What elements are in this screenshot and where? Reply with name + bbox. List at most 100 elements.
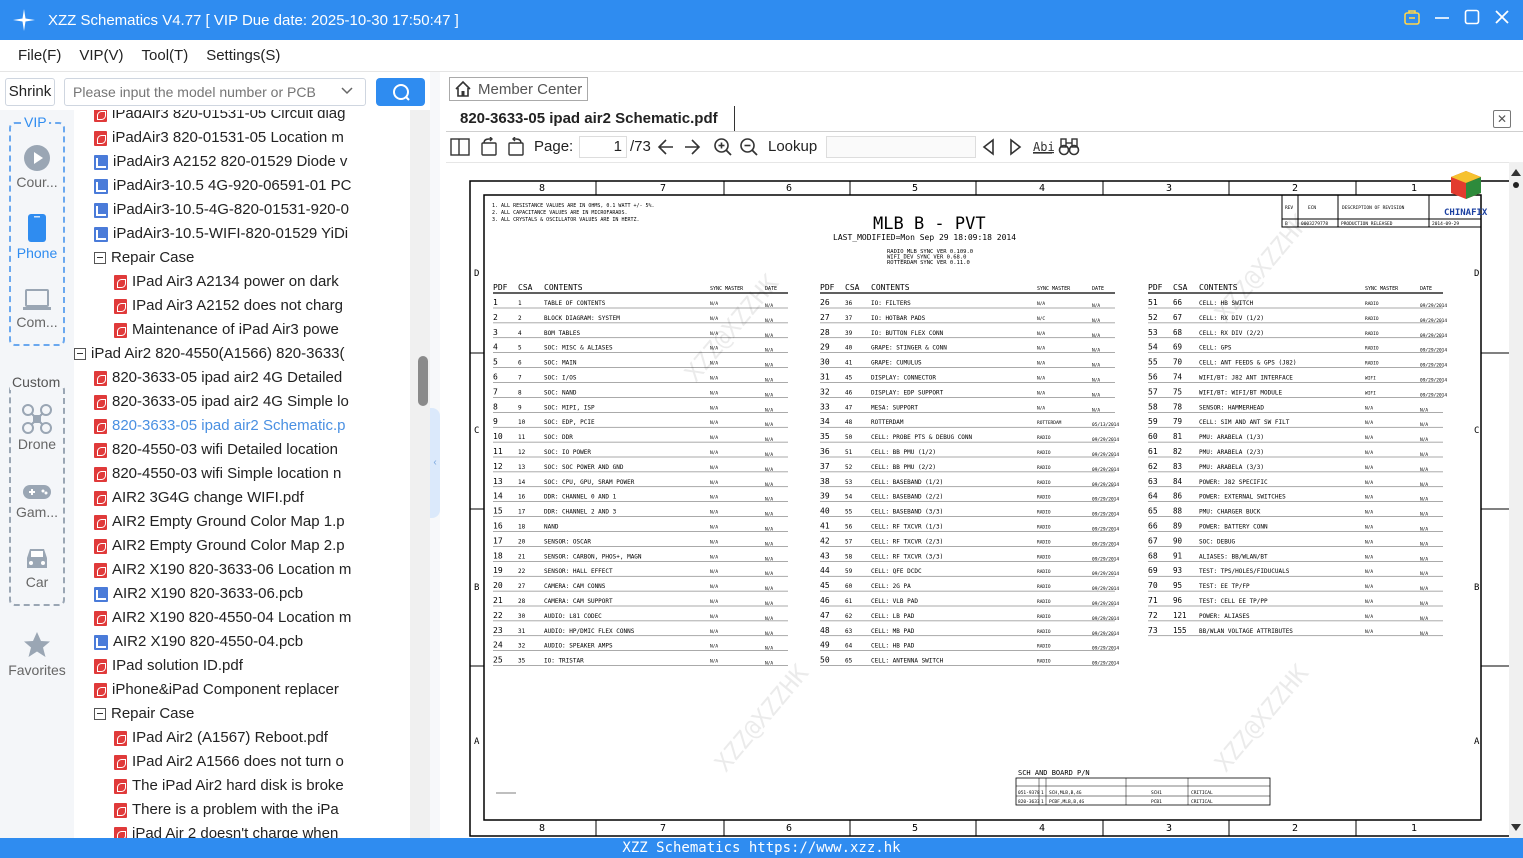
find-next-icon[interactable] xyxy=(1006,137,1024,157)
close-tab-icon[interactable]: ✕ xyxy=(1493,110,1511,128)
tree-file[interactable]: iPadAir3 820-01531-05 Circuit diag xyxy=(94,110,345,126)
next-page-icon[interactable] xyxy=(682,137,702,157)
tree-file[interactable]: The iPad Air2 hard disk is broke xyxy=(114,774,344,798)
sidebar-item-drone[interactable]: Drone xyxy=(0,404,74,452)
tree-item-label: AIR2 Empty Ground Color Map 1.p xyxy=(112,513,345,530)
collapse-icon[interactable] xyxy=(94,708,106,720)
tree-scrollbar[interactable] xyxy=(410,110,430,838)
scroll-down-icon[interactable] xyxy=(1509,820,1523,834)
toc-csa: 35 xyxy=(518,658,526,665)
toc-header: PDF xyxy=(820,283,835,292)
search-input[interactable] xyxy=(64,78,366,106)
document-canvas[interactable]: 8 8 7 7 6 6 5 5 4 4 3 3 2 2 1 1 D D C C B B A A 1. ALL RESISTANC… xyxy=(446,162,1511,838)
tree-file[interactable]: iPhone&iPad Component replacer xyxy=(94,678,339,702)
tree-file[interactable]: 820-3633-05 ipad air2 4G Detailed xyxy=(94,366,342,390)
toc-sync: N/A xyxy=(710,390,718,396)
prev-page-icon[interactable] xyxy=(656,137,676,157)
lookup-input[interactable] xyxy=(826,136,976,158)
sidebar-item-favorites[interactable]: Favorites xyxy=(0,630,74,678)
tree-file[interactable]: 820-4550-03 wifi Detailed location xyxy=(94,438,338,462)
tree-file[interactable]: iPadAir3-10.5-4G-820-01531-920-0 xyxy=(94,198,349,222)
tree-file[interactable]: AIR2 3G4G change WIFI.pdf xyxy=(94,486,304,510)
maximize-button[interactable] xyxy=(1463,8,1481,26)
menu-settings[interactable]: Settings(S) xyxy=(206,47,280,64)
toc-sync: N/A xyxy=(710,614,718,620)
tree-item-label: Repair Case xyxy=(111,705,195,722)
tree-folder[interactable]: Repair Case xyxy=(94,702,194,726)
tree-file[interactable]: Maintenance of iPad Air3 powe xyxy=(114,318,339,342)
collapse-icon[interactable] xyxy=(94,252,106,264)
tree-folder[interactable]: Repair Case xyxy=(94,246,194,270)
toc-csa: 20 xyxy=(518,538,526,545)
menu-tool[interactable]: Tool(T) xyxy=(142,47,189,64)
sidebar-item-car[interactable]: Car xyxy=(0,546,74,590)
vip-bag-icon[interactable] xyxy=(1403,8,1421,26)
tree-item-label: AIR2 3G4G change WIFI.pdf xyxy=(112,489,304,506)
match-case-icon[interactable]: Abi xyxy=(1032,137,1054,157)
toc-pdf: 8 xyxy=(493,402,498,411)
tree-file[interactable]: AIR2 X190 820-4550-04 Location m xyxy=(94,606,351,630)
sidebar-item-courses[interactable]: Cour... xyxy=(0,144,74,190)
tree-scrollbar-thumb[interactable] xyxy=(418,356,428,406)
tree-file[interactable]: AIR2 X190 820-4550-04.pcb xyxy=(94,630,303,654)
tree-file[interactable]: 820-3633-05 ipad air2 Schematic.p xyxy=(94,414,345,438)
document-scrollbar[interactable] xyxy=(1509,162,1523,838)
toc-csa: 2 xyxy=(518,315,522,322)
tree-file[interactable]: iPad Air 2 doesn't charge when xyxy=(114,822,338,838)
tree-file[interactable]: AIR2 Empty Ground Color Map 2.p xyxy=(94,534,345,558)
scroll-up-icon[interactable] xyxy=(1509,166,1523,180)
tree-file[interactable]: IPad Air2 (A1567) Reboot.pdf xyxy=(114,726,328,750)
tree-file[interactable]: AIR2 Empty Ground Color Map 1.p xyxy=(94,510,345,534)
menu-file[interactable]: File(F) xyxy=(18,47,61,64)
tree-file[interactable]: iPadAir3 A2152 820-01529 Diode v xyxy=(94,150,347,174)
rotate-left-icon[interactable] xyxy=(479,137,499,157)
chevron-down-icon[interactable] xyxy=(340,82,356,100)
sidebar-item-phone[interactable]: Phone xyxy=(0,213,74,261)
sidebar-item-computer[interactable]: Com... xyxy=(0,288,74,330)
zoom-out-icon[interactable] xyxy=(739,137,759,157)
toc-pdf: 19 xyxy=(493,566,503,575)
rotate-right-icon[interactable] xyxy=(506,137,526,157)
toc-contents: CELL: PROBE PTS & DEBUG CONN xyxy=(871,434,973,441)
board-pn-cell: SCH,MLB,B,4G xyxy=(1049,790,1082,796)
zone-col-label: 6 xyxy=(786,183,792,194)
document-tab[interactable]: 820-3633-05 ipad air2 Schematic.pdf xyxy=(449,106,735,132)
collapse-pane-handle[interactable]: ‹ xyxy=(430,408,440,518)
collapse-icon[interactable] xyxy=(74,348,86,360)
tree-file[interactable]: iPadAir3 820-01531-05 Location m xyxy=(94,126,344,150)
menu-vip[interactable]: VIP(V) xyxy=(79,47,123,64)
minimize-button[interactable] xyxy=(1433,8,1451,26)
tree-file[interactable]: There is a problem with the iPa xyxy=(114,798,339,822)
zone-col-label: 3 xyxy=(1166,823,1172,834)
document-scrollbar-thumb[interactable] xyxy=(1513,182,1519,188)
tree-file[interactable]: AIR2 X190 820-3633-06 Location m xyxy=(94,558,351,582)
tree-file[interactable]: 820-3633-05 ipad air2 4G Simple lo xyxy=(94,390,349,414)
find-prev-icon[interactable] xyxy=(980,137,998,157)
tree-item-label: IPad Air2 (A1567) Reboot.pdf xyxy=(132,729,328,746)
tree-file[interactable]: IPad Air3 A2152 does not charg xyxy=(114,294,343,318)
search-button[interactable] xyxy=(376,78,425,106)
toc-pdf: 50 xyxy=(820,656,830,665)
tree-file[interactable]: 820-4550-03 wifi Simple location n xyxy=(94,462,341,486)
close-button[interactable] xyxy=(1493,8,1511,26)
schematic-page: 8877665544332211D DC CB BA A1. ALL RESISTANC… xyxy=(469,171,1511,837)
tree-file[interactable]: AIR2 X190 820-3633-06.pcb xyxy=(94,582,303,606)
sidebar-item-label: Car xyxy=(25,574,49,590)
tree-item-label: 820-4550-03 wifi Simple location n xyxy=(112,465,342,482)
sidebar-item-games[interactable]: Gam... xyxy=(0,482,74,520)
pdf-file-icon xyxy=(94,110,107,122)
tree-folder[interactable]: iPad Air2 820-4550(A1566) 820-3633( xyxy=(74,342,345,366)
zoom-in-icon[interactable] xyxy=(713,137,733,157)
tree-file[interactable]: iPadAir3-10.5-WIFI-820-01529 YiDi xyxy=(94,222,348,246)
sidebar-toggle-icon[interactable] xyxy=(450,137,470,157)
shrink-button[interactable]: Shrink xyxy=(5,78,55,106)
tree-file[interactable]: IPad solution ID.pdf xyxy=(94,654,243,678)
tree-file[interactable]: IPad Air3 A2134 power on dark xyxy=(114,270,339,294)
tree-file[interactable]: IPad Air2 A1566 does not turn o xyxy=(114,750,344,774)
tree-file[interactable]: iPadAir3-10.5 4G-920-06591-01 PC xyxy=(94,174,351,198)
binoculars-icon[interactable] xyxy=(1058,137,1080,157)
toc-sync: N/A xyxy=(1365,510,1373,516)
toc-contents: CELL: 2G PA xyxy=(871,583,911,590)
page-number-input[interactable]: 1 xyxy=(579,136,627,158)
member-center-button[interactable]: Member Center xyxy=(449,77,588,101)
